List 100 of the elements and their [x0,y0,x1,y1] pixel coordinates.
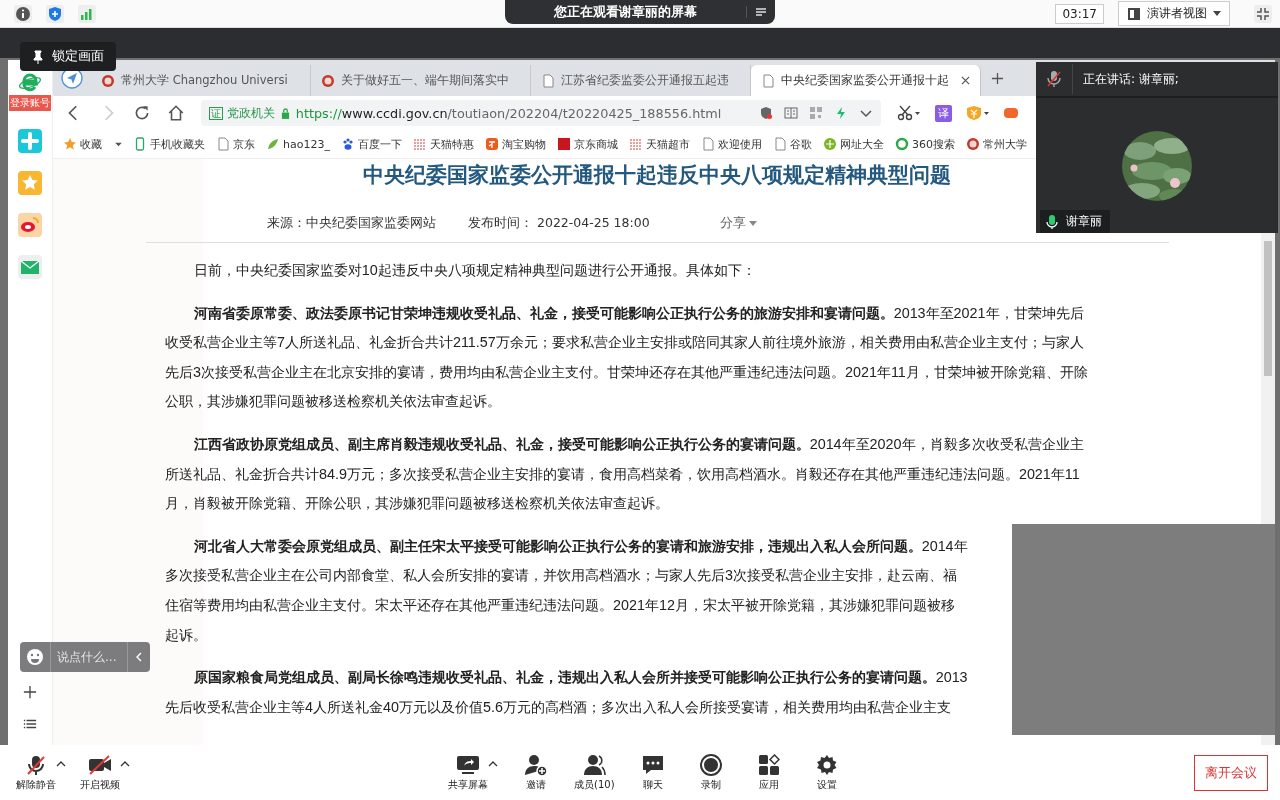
bookmark-item[interactable]: 天猫特惠 [412,136,474,152]
caret-icon [115,141,122,147]
participant-name: 谢章丽 [1066,213,1102,230]
browser-tab[interactable]: 中央纪委国家监委公开通报十起 [751,65,981,96]
paragraph-line: 江西省政协原党组成员、副主席肖毅违规收受礼品、礼金，接受可能影响公正执行公务的宴请问题。2014年至2020年，肖毅多次收受私营企业主 [192,434,1085,454]
view-mode-dropdown[interactable]: 演讲者视图 [1118,1,1230,26]
paragraph-line: 收受私营企业主等7人所送礼品、礼金折合共计211.57万余元；要求私营企业主安排或陪同其家人前往境外旅游，相关费用由私营企业主支付；与家人 [165,333,1085,353]
microphone-icon [1046,213,1058,230]
leave-meeting-button[interactable]: 离开会议 [1194,754,1268,791]
toolbar-button[interactable]: 成员(10) [574,753,615,792]
paragraph-line: 日前，中央纪委国家监委对10起违反中央八项规定精神典型问题进行公开通报。具体如下： [192,261,757,280]
muted-microphone-icon [25,753,47,776]
translate-button[interactable]: 译 [935,104,952,122]
toolbar-button[interactable]: 邀请 [516,753,556,792]
share-menu[interactable]: 分享 [719,215,757,232]
people-icon [582,753,607,776]
shield-icon[interactable] [46,4,64,23]
page-icon [761,73,775,88]
toolbar-button[interactable]: 聊天 [632,753,673,792]
bookmark-item[interactable]: 京东商城 [556,136,618,152]
bookmark-item[interactable]: 淘宝购物 [484,136,546,152]
apps-icon [757,753,780,776]
record-icon [699,753,722,776]
signal-icon[interactable] [78,4,96,23]
muted-microphone-icon [1046,70,1062,88]
exit-fullscreen-icon[interactable] [1254,4,1272,23]
star-app-icon[interactable] [18,171,42,195]
reload-icon[interactable] [133,104,151,122]
paragraph-line: 所送礼品、礼金折合共计84.9万元；多次接受私营企业主安排的宴请，食用高档菜肴，饮用高档酒水。肖毅还存在其他严重违纪违法问题。2021年11 [165,464,1081,484]
article-title: 中央纪委国家监委公开通报十起违反中央八项规定精神典型问题 [362,162,952,189]
chat-input[interactable]: 说点什么... [51,642,127,672]
tooltip-text: 锁定画面 [52,48,104,65]
pin-icon [32,49,44,64]
sharing-status-text: 您正在观看谢章丽的屏幕 [553,3,698,21]
paragraph-line: 河北省人大常委会原党组成员、副主任宋太平接受可能影响公正执行公务的宴请和旅游安排，违规出入私人会所问题。2014年 [192,536,969,556]
bookmark-item[interactable]: 手机收藏夹 [133,136,205,152]
toolbar-button[interactable]: 设置 [806,753,847,792]
seal-icon [965,137,980,151]
reader-icon[interactable] [784,106,798,120]
shield-icon[interactable] [759,106,773,120]
phone-icon [133,137,147,151]
bookmark-item[interactable]: 百度一下 [340,136,402,152]
collapse-button[interactable] [127,642,150,672]
seal-icon [101,73,115,88]
paragraph-line: 先后3次接受私营企业主在北京安排的宴请，费用均由私营企业主支付。甘荣坤还存在其他严重违纪违法问题。2021年11月，甘荣坤被开除党籍、开除 [165,362,1089,382]
info-icon[interactable] [14,4,32,23]
toolbar-button[interactable]: 应用 [748,753,789,792]
caret-icon[interactable] [120,759,130,768]
add-icon[interactable] [23,685,37,699]
square-logo-icon [556,137,571,151]
toolbar-button[interactable]: 共享屏幕 [448,753,488,792]
settings-icon [815,753,838,776]
page-icon [700,137,715,151]
bookmark-item[interactable]: hao123_ [266,137,330,151]
share-screen-icon [456,753,480,776]
mail-icon[interactable] [18,255,42,279]
caret-icon[interactable] [56,759,66,768]
add-person-icon [524,753,548,776]
toolbar-button[interactable]: 解除静音 [16,753,56,792]
meeting-timer: 03:17 [1055,3,1104,24]
bookmark-item[interactable]: 天猫超市 [628,136,690,152]
paragraph-line: 月，肖毅被开除党籍、开除公职，其涉嫌犯罪问题被移送检察机关依法审查起诉。 [165,494,670,514]
bookmark-item[interactable]: 欢迎使用 [700,136,762,152]
coin-icon[interactable] [966,105,990,121]
home-icon[interactable] [167,104,185,122]
paragraph-line: 公职，其涉嫌犯罪问题被移送检察机关依法审查起诉。 [165,392,502,412]
smiley-icon [26,648,44,666]
scissors-icon[interactable] [897,105,921,121]
seal-icon [321,73,335,88]
address-bar[interactable]: 证 党政机关 https://www.ccdi.gov.cn/toutiaon/202204/t20220425_188556.html [201,100,881,126]
browser-tab[interactable]: 关于做好五一、端午期间落实中 [311,65,531,96]
new-tab-icon[interactable] [991,71,1004,85]
chevron-left-icon [134,651,144,663]
scrollbar-thumb[interactable] [1264,241,1272,376]
browser-logo-icon[interactable] [18,72,42,94]
lock-icon [280,107,290,119]
bookmark-item[interactable]: 360搜索 [894,136,955,152]
leaf-icon [266,137,280,151]
globe-icon [822,137,837,151]
bookmark-item[interactable]: 收藏 [63,136,122,152]
video-off-icon [87,753,113,776]
toolbar-button[interactable]: 开启视频 [80,753,120,792]
emoji-button[interactable] [20,642,51,672]
page-icon [772,137,787,151]
page-icon [216,137,230,151]
weibo-icon[interactable] [18,213,42,237]
paragraph-line: 先后收受私营企业主等4人所送礼金40万元以及价值5.6万元的高档酒；多次出入私人会所接受宴请，相关费用均由私营企业主支 [165,697,952,717]
caret-icon[interactable] [488,759,498,768]
star-icon [63,137,77,151]
paragraph-line: 原国家粮食局党组成员、副局长徐鸣违规收受礼品、礼金，违规出入私人会所并接受可能影响公正执行公务的宴请问题。2013 [192,668,969,688]
toolbar-button[interactable]: 录制 [690,753,731,792]
bookmark-item[interactable]: 谷歌 [772,136,812,152]
login-badge[interactable]: 登录账号 [9,95,51,111]
bookmark-item[interactable]: 常州大学 [965,136,1027,152]
close-icon[interactable] [961,76,970,85]
pattern-icon [628,137,643,151]
list-icon[interactable] [23,717,37,731]
bookmark-item[interactable]: 京东 [216,136,255,152]
ring-icon [894,137,909,151]
bookmark-item[interactable]: 网址大全 [822,136,884,152]
